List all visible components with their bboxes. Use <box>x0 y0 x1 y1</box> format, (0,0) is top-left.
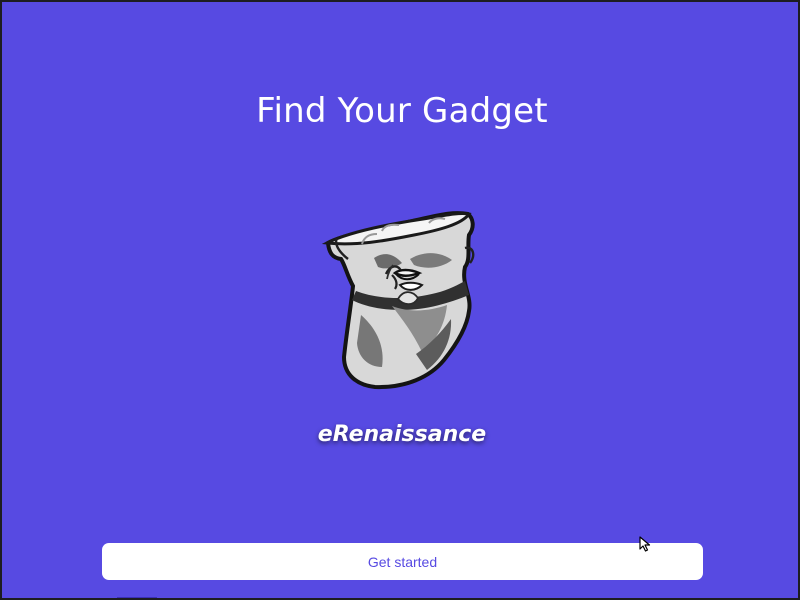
welcome-screen: Find Your Gadget eRenaissance Get starte… <box>0 0 800 600</box>
mouse-pointer-icon <box>639 536 651 552</box>
get-started-button[interactable]: Get started <box>102 543 703 580</box>
brand-name: eRenaissance <box>317 422 487 447</box>
page-title: Find Your Gadget <box>256 90 548 131</box>
statue-head-icon <box>322 211 475 390</box>
